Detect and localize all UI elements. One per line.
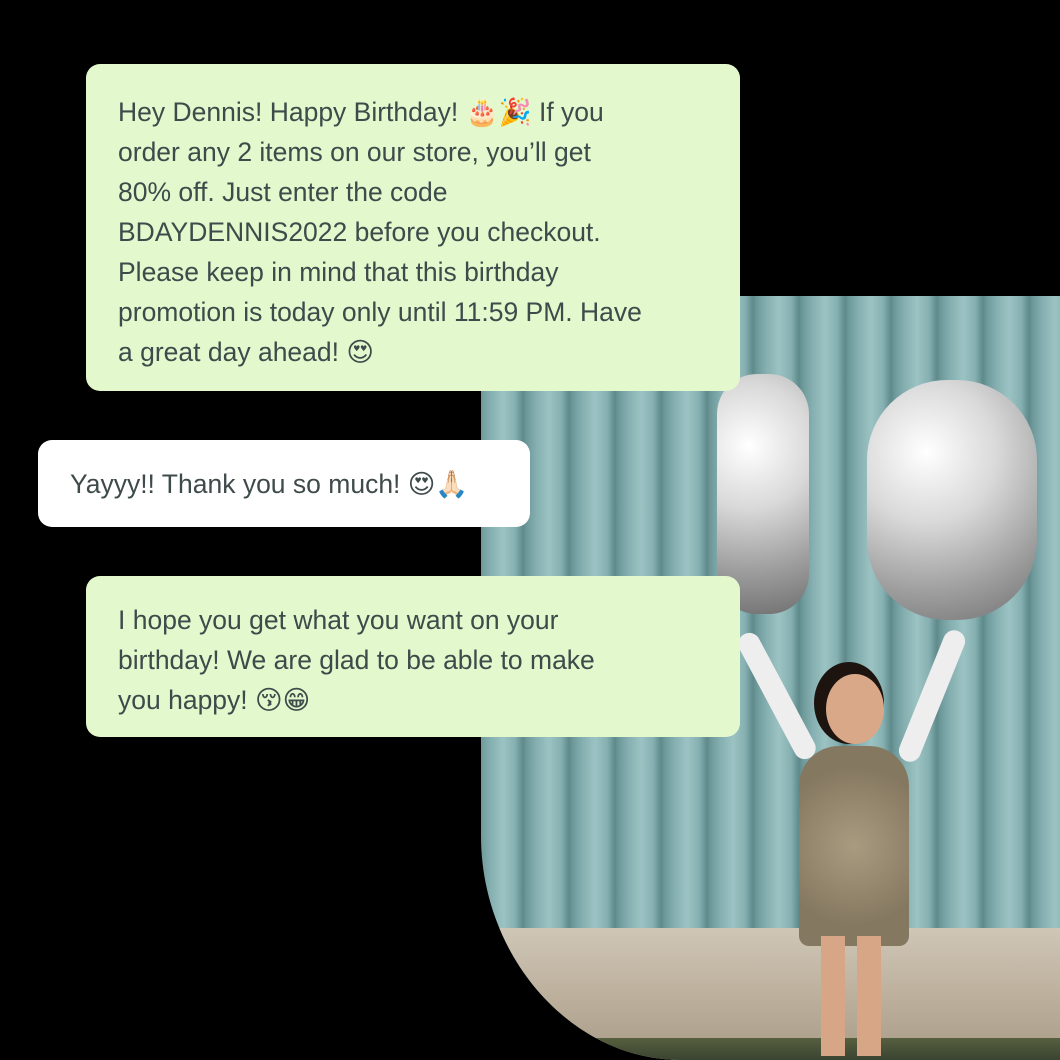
person-right-arm [896, 627, 969, 765]
customer-message-bubble: Yayyy!! Thank you so much! 😍🙏🏻 [38, 440, 530, 527]
balloon-number-eight [867, 380, 1037, 620]
business-message-bubble: Hey Dennis! Happy Birthday! 🎂🎉 If you or… [86, 64, 740, 391]
photo-grass [481, 1038, 1060, 1060]
person-dress [799, 746, 909, 946]
person-head [826, 674, 884, 744]
person-legs [821, 936, 881, 1056]
person-left-arm [734, 629, 819, 763]
business-message-bubble: I hope you get what you want on your bir… [86, 576, 740, 737]
